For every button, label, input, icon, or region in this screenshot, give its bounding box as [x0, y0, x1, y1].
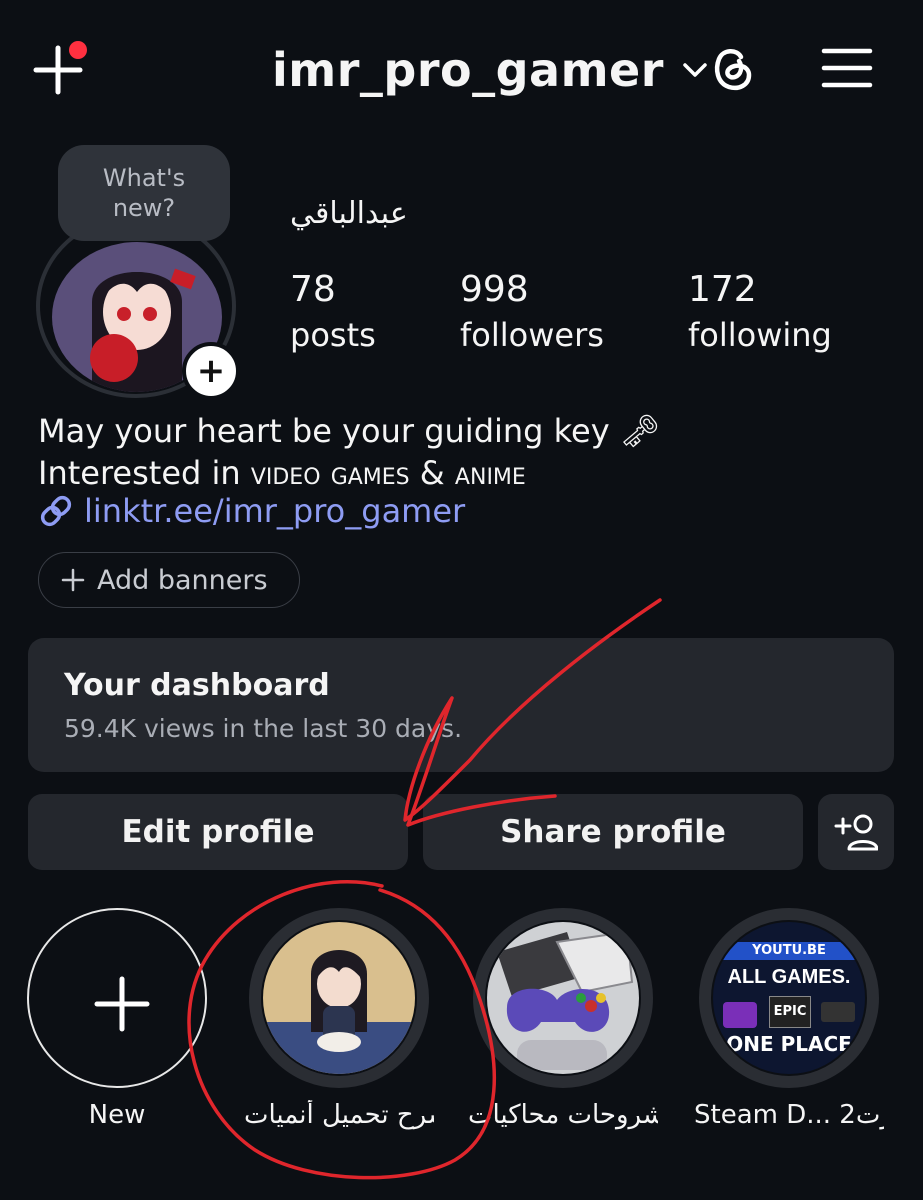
bio-line-2: Interested in video games & anime [38, 452, 660, 494]
dashboard-subtitle: 59.4K views in the last 30 days. [64, 714, 463, 743]
bio-line-2-prefix: Interested in [38, 454, 251, 492]
highlight-thumbnail: YOUTU.BE ALL GAMES. EPIC ONE PLACE [713, 922, 865, 1074]
highlight-new-circle [27, 908, 207, 1088]
add-banners-label: Add banners [97, 564, 268, 596]
notification-dot [69, 41, 87, 59]
highlight-label: شروحات محاكيات... [468, 1100, 658, 1130]
share-profile-button[interactable]: Share profile [423, 794, 803, 870]
add-banners-button[interactable]: Add banners [38, 552, 300, 608]
bio: May your heart be your guiding key 🗝 Int… [38, 410, 660, 494]
followers-count: 998 [460, 269, 529, 310]
highlight-label: شرح تحميل أنميات [244, 1100, 434, 1130]
posts-count: 78 [290, 269, 336, 310]
highlight-circle [473, 908, 653, 1088]
bio-line-1: May your heart be your guiding key 🗝 [38, 412, 661, 450]
add-story-button[interactable]: + [182, 342, 240, 400]
plus-icon [94, 976, 150, 1032]
thumbnail-title: ALL GAMES. [727, 966, 851, 988]
posts-stat[interactable]: 78 posts [290, 268, 376, 358]
highlight-label: Steam D... 2بارت [694, 1100, 884, 1130]
hamburger-menu-icon [821, 48, 873, 88]
plus-icon: + [196, 351, 226, 391]
following-label: following [688, 316, 832, 354]
add-person-icon [834, 814, 878, 851]
account-switcher[interactable]: imr_pro_gamer [272, 38, 708, 102]
menu-button[interactable] [812, 36, 882, 100]
thumbnail-gog-logo [723, 1002, 757, 1028]
thumbnail-epic-logo: EPIC [769, 996, 811, 1028]
whats-new-bubble[interactable]: What's new? [58, 145, 230, 241]
highlight-emulators[interactable]: شروحات محاكيات... [468, 908, 658, 1130]
discover-people-button[interactable] [818, 794, 894, 870]
thumbnail-store-logo [821, 1002, 855, 1022]
highlight-new[interactable]: New [22, 908, 212, 1130]
dashboard-title: Your dashboard [64, 668, 330, 703]
followers-stat[interactable]: 998 followers [460, 268, 604, 358]
highlight-label: New [88, 1100, 146, 1130]
plus-icon [33, 41, 87, 95]
thumbnail-youtube-banner: YOUTU.BE [713, 942, 865, 960]
following-count: 172 [688, 269, 757, 310]
display-name: عبدالباقي [290, 196, 408, 231]
dashboard-card[interactable]: Your dashboard 59.4K views in the last 3… [28, 638, 894, 772]
threads-icon [714, 49, 752, 91]
create-post-button[interactable] [28, 36, 92, 100]
highlight-anime-download[interactable]: شرح تحميل أنميات [244, 908, 434, 1130]
link-icon [40, 495, 72, 527]
highlight-steam[interactable]: YOUTU.BE ALL GAMES. EPIC ONE PLACE Steam… [694, 908, 884, 1130]
bio-line-2-caps: video games & anime [250, 454, 526, 492]
thumbnail-subtitle: ONE PLACE [726, 1032, 852, 1056]
highlight-circle: YOUTU.BE ALL GAMES. EPIC ONE PLACE [699, 908, 879, 1088]
edit-profile-button[interactable]: Edit profile [28, 794, 408, 870]
plus-icon [61, 568, 85, 592]
following-stat[interactable]: 172 following [688, 268, 832, 358]
threads-button[interactable] [700, 36, 764, 100]
highlight-circle [249, 908, 429, 1088]
posts-label: posts [290, 316, 376, 354]
whats-new-text: What's new? [102, 164, 186, 222]
bio-link-text: linktr.ee/imr_pro_gamer [84, 492, 466, 530]
highlight-thumbnail [263, 922, 415, 1074]
followers-label: followers [460, 316, 604, 354]
highlight-thumbnail [487, 922, 639, 1074]
bio-link[interactable]: linktr.ee/imr_pro_gamer [38, 492, 465, 530]
username: imr_pro_gamer [272, 43, 664, 97]
